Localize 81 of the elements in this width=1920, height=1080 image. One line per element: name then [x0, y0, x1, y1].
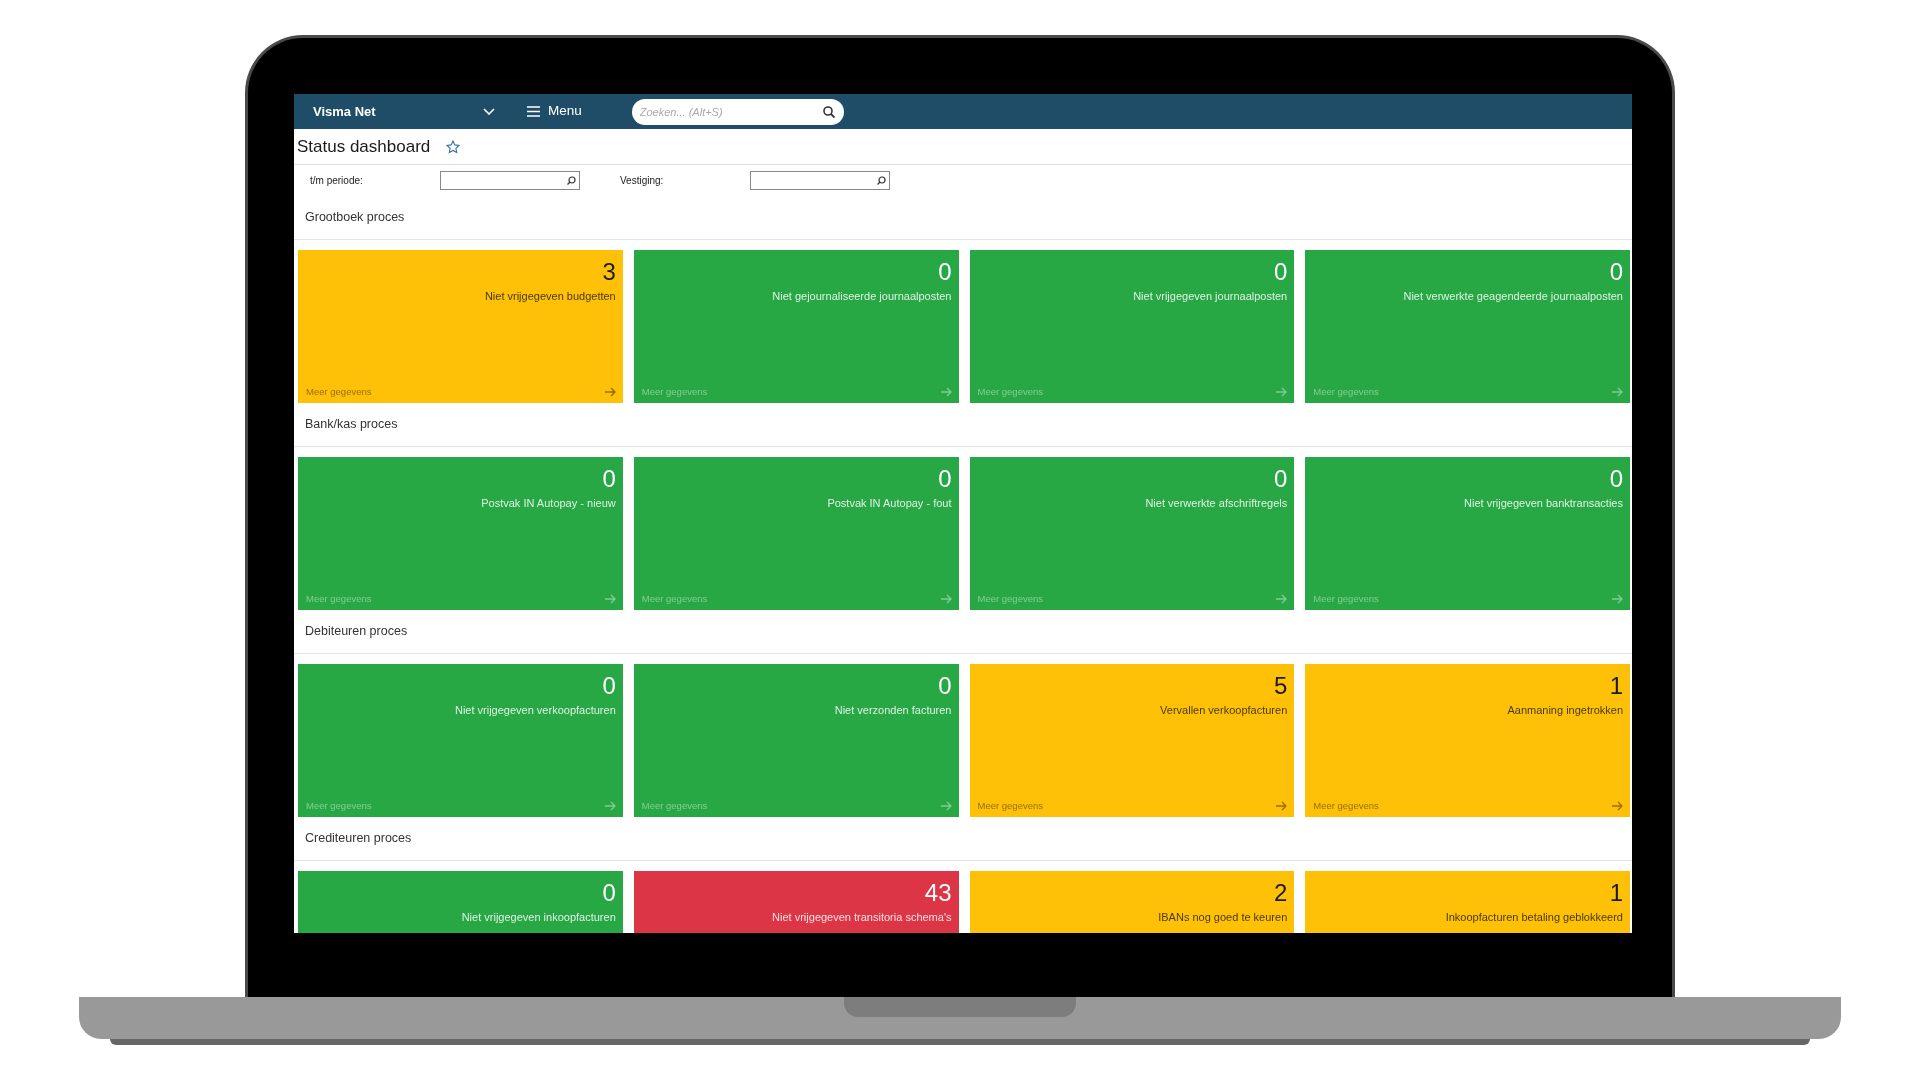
company-name[interactable]: Visma Net [313, 101, 483, 122]
tile-count: 0 [602, 466, 616, 493]
filter-label: Vestiging: [620, 174, 665, 188]
tile-count: 3 [602, 259, 616, 286]
menu-button[interactable]: Menu [527, 101, 582, 122]
section-title: Grootboek proces [305, 209, 405, 227]
status-tile[interactable]: 3 Niet vrijgegeven budgetten Meer gegevens [298, 250, 623, 403]
more-details-link[interactable]: Meer gegevens [1313, 384, 1379, 399]
page-title: Status dashboard [297, 135, 431, 158]
more-details-link[interactable]: Meer gegevens [306, 798, 372, 813]
status-tile[interactable]: 1 Inkoopfacturen betaling geblokkeerd [1305, 871, 1630, 933]
tile-label: Niet vrijgegeven inkoopfacturen [461, 910, 616, 926]
tile-count: 1 [1609, 673, 1623, 700]
section-title: Bank/kas proces [305, 416, 398, 434]
filter-label: t/m periode: [310, 174, 364, 188]
tile-label: IBANs nog goed te keuren [1158, 910, 1288, 926]
search-icon[interactable] [567, 176, 576, 185]
tile-label: Aanmaning ingetrokken [1507, 703, 1623, 719]
tile-label: Niet vrijgegeven budgetten [484, 289, 616, 305]
more-details-link[interactable]: Meer gegevens [306, 384, 372, 399]
tile-label: Postvak IN Autopay - nieuw [481, 496, 616, 512]
tile-count: 5 [1273, 673, 1288, 700]
tile-label: Niet vrijgegeven verkoopfacturen [454, 703, 616, 719]
status-tile[interactable]: 0 Postvak IN Autopay - fout Meer gegevens [633, 457, 959, 610]
status-tile[interactable]: 0 Niet vrijgegeven journaalposten Meer gegevens [969, 250, 1295, 403]
tile-label: Niet vrijgegeven banktransacties [1464, 496, 1623, 512]
tile-label: Niet verwerkte afschriftregels [1145, 496, 1288, 512]
more-details-link[interactable]: Meer gegevens [977, 798, 1043, 813]
tile-count: 0 [1609, 259, 1623, 286]
tile-count: 0 [938, 259, 952, 286]
status-tile[interactable]: 0 Niet vrijgegeven inkoopfacturen [298, 871, 623, 933]
filter-field[interactable] [750, 171, 890, 190]
tile-label: Inkoopfacturen betaling geblokkeerd [1445, 910, 1623, 926]
tile-label: Niet vrijgegeven transitoria schema's [772, 910, 952, 926]
search-icon[interactable] [822, 105, 835, 118]
section-title: Debiteuren proces [305, 623, 408, 641]
tile-count: 2 [1273, 880, 1288, 907]
tile-label: Niet vrijgegeven journaalposten [1133, 289, 1288, 305]
menu-icon [527, 106, 540, 117]
more-details-link[interactable]: Meer gegevens [1313, 798, 1379, 813]
chevron-down-icon[interactable] [483, 108, 495, 115]
tile-label: Postvak IN Autopay - fout [827, 496, 952, 512]
tile-count: 0 [1273, 259, 1288, 286]
more-details-link[interactable]: Meer gegevens [641, 798, 708, 813]
status-tile[interactable]: 5 Vervallen verkoopfacturen Meer gegevens [969, 664, 1295, 817]
tile-count: 0 [1609, 466, 1623, 493]
tile-label: Vervallen verkoopfacturen [1160, 703, 1288, 719]
more-details-link[interactable]: Meer gegevens [977, 591, 1043, 606]
more-details-link[interactable]: Meer gegevens [977, 384, 1043, 399]
tile-count: 0 [602, 673, 616, 700]
arrow-right-icon[interactable] [1276, 800, 1288, 811]
status-tile[interactable]: 0 Niet vrijgegeven banktransacties Meer gegevens [1305, 457, 1630, 610]
tile-count: 43 [924, 880, 952, 907]
status-tile[interactable]: 0 Niet verwerkte afschriftregels Meer gegevens [969, 457, 1295, 610]
status-tile[interactable]: 0 Niet verwerkte geagendeerde journaalposten Meer gegevens [1305, 250, 1630, 403]
tile-count: 1 [1609, 880, 1623, 907]
status-tile[interactable]: 0 Niet vrijgegeven verkoopfacturen Meer gegevens [298, 664, 623, 817]
tile-count: 0 [938, 673, 952, 700]
search-icon[interactable] [877, 176, 886, 185]
star-icon[interactable] [446, 139, 461, 154]
more-details-link[interactable]: Meer gegevens [306, 591, 372, 606]
status-tile[interactable]: 1 Aanmaning ingetrokken Meer gegevens [1305, 664, 1630, 817]
tile-label: Niet verzonden facturen [834, 703, 952, 719]
tile-count: 0 [602, 880, 616, 907]
tile-label: Niet verwerkte geagendeerde journaalposten [1403, 289, 1623, 305]
status-tile[interactable]: 0 Postvak IN Autopay - nieuw Meer gegevens [298, 457, 623, 610]
status-tile[interactable]: 0 Niet verzonden facturen Meer gegevens [633, 664, 959, 817]
search-field[interactable]: Zoeken... (Alt+S) [631, 98, 844, 125]
filter-field[interactable] [440, 171, 580, 190]
more-details-link[interactable]: Meer gegevens [641, 591, 708, 606]
arrow-right-icon[interactable] [604, 386, 616, 397]
arrow-right-icon[interactable] [1612, 800, 1623, 811]
tile-label: Niet gejournaliseerde journaalposten [772, 289, 952, 305]
status-tile[interactable]: 2 IBANs nog goed te keuren [969, 871, 1295, 933]
section-title: Crediteuren proces [305, 830, 412, 848]
tile-count: 0 [1273, 466, 1288, 493]
status-tile[interactable]: 0 Niet gejournaliseerde journaalposten Meer gegevens [633, 250, 959, 403]
more-details-link[interactable]: Meer gegevens [1313, 591, 1379, 606]
tile-count: 0 [938, 466, 952, 493]
status-tile[interactable]: 43 Niet vrijgegeven transitoria schema's [633, 871, 959, 933]
more-details-link[interactable]: Meer gegevens [641, 384, 708, 399]
